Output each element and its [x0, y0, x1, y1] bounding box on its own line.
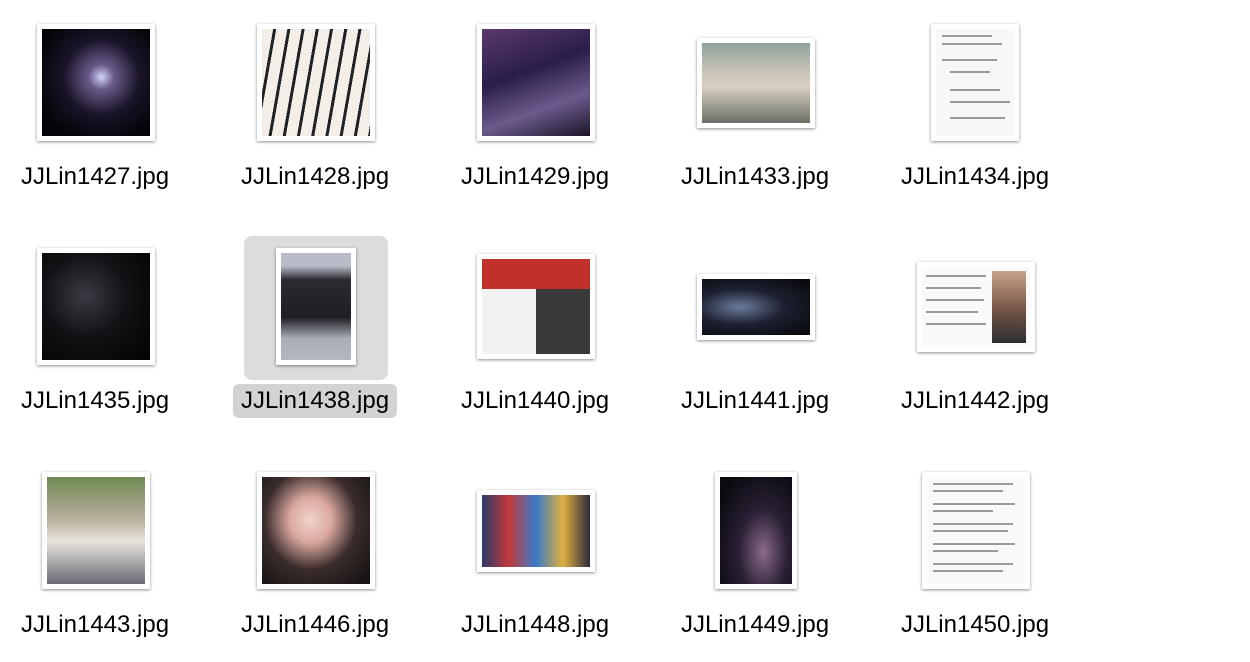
file-name-label[interactable]: JJLin1435.jpg: [13, 384, 177, 418]
piano-keys-thumbnail[interactable]: [257, 24, 375, 141]
concert-stage-thumbnail[interactable]: [37, 24, 155, 141]
portrait-thumbnail[interactable]: [276, 248, 356, 365]
file-name-label[interactable]: JJLin1443.jpg: [13, 608, 177, 642]
file-name-label[interactable]: JJLin1429.jpg: [453, 160, 617, 194]
flowers-tree-thumbnail[interactable]: [42, 472, 150, 589]
article-screenshot-thumbnail[interactable]: [917, 262, 1035, 352]
text-document-thumbnail[interactable]: [922, 472, 1030, 589]
arcade-thumbnail[interactable]: [477, 490, 595, 572]
file-name-label[interactable]: JJLin1446.jpg: [233, 608, 397, 642]
app-screenshot-thumbnail[interactable]: [477, 254, 595, 359]
album-banner-thumbnail[interactable]: [697, 274, 815, 340]
file-name-label[interactable]: JJLin1450.jpg: [893, 608, 1057, 642]
file-name-label[interactable]: JJLin1427.jpg: [13, 160, 177, 194]
selfie-thumbnail[interactable]: [257, 472, 375, 589]
file-name-label[interactable]: JJLin1440.jpg: [453, 384, 617, 418]
concert-crowd-thumbnail[interactable]: [477, 24, 595, 141]
file-name-label[interactable]: JJLin1441.jpg: [673, 384, 837, 418]
file-name-label[interactable]: JJLin1449.jpg: [673, 608, 837, 642]
file-name-label[interactable]: JJLin1434.jpg: [893, 160, 1057, 194]
dark-performance-thumbnail[interactable]: [37, 248, 155, 365]
file-name-label[interactable]: JJLin1438.jpg: [232, 384, 398, 418]
file-name-label[interactable]: JJLin1442.jpg: [893, 384, 1057, 418]
file-name-label[interactable]: JJLin1433.jpg: [673, 160, 837, 194]
stage-performer-thumbnail[interactable]: [715, 472, 797, 589]
fan-banner-thumbnail[interactable]: [697, 38, 815, 128]
file-name-label[interactable]: JJLin1448.jpg: [453, 608, 617, 642]
chat-screenshot-thumbnail[interactable]: [931, 24, 1019, 141]
file-name-label[interactable]: JJLin1428.jpg: [233, 160, 397, 194]
